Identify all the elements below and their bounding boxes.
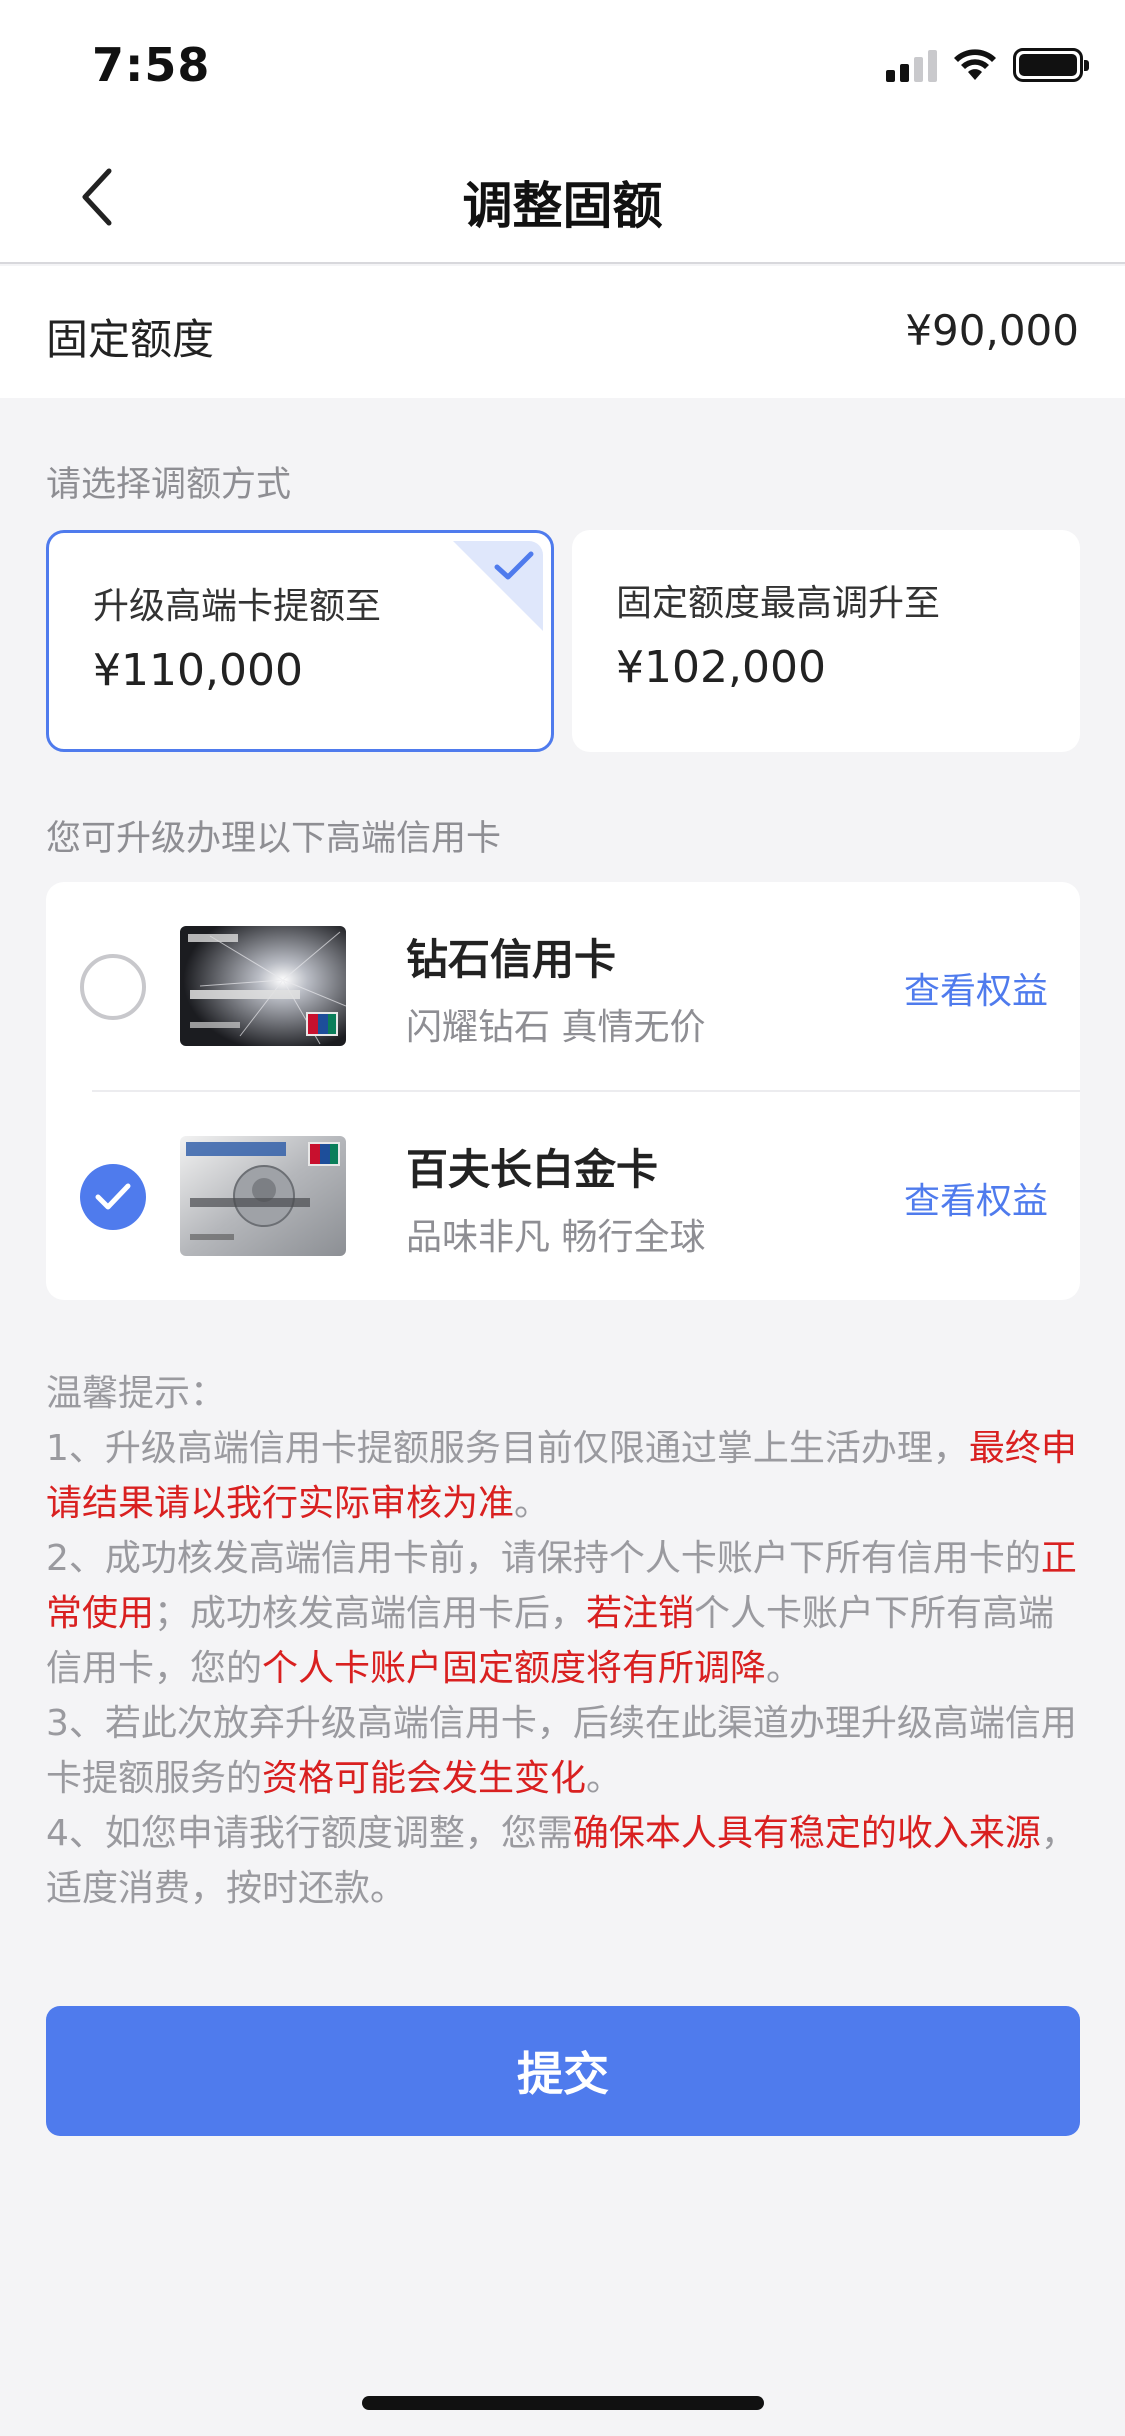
option-label: 固定额度最高调升至 [616, 583, 941, 624]
tip-text: 。 [766, 1648, 803, 1689]
card-name: 钻石信用卡 [406, 935, 617, 984]
tip-highlight: 若注销 [586, 1593, 695, 1634]
option-value: ¥110,000 [93, 645, 303, 696]
page-title: 调整固额 [462, 177, 663, 235]
option-upgrade-card[interactable]: 升级高端卡提额至 ¥110,000 [46, 530, 554, 752]
battery-icon [1013, 48, 1089, 82]
adjust-method-title: 请选择调额方式 [46, 465, 292, 505]
tip-text: 。 [514, 1483, 551, 1524]
tip-3: 3、若此次放弃升级高端信用卡，后续在此渠道办理升级高端信用卡提额服务的资格可能会… [46, 1696, 1080, 1806]
list-item[interactable]: 百夫长白金卡 品味非凡 畅行全球 查看权益 [46, 1092, 1080, 1300]
tips-title: 温馨提示： [46, 1373, 227, 1414]
tip-text: 2、成功核发高端信用卡前，请保持个人卡账户下所有信用卡的 [46, 1538, 1041, 1579]
radio-unchecked[interactable] [80, 954, 146, 1020]
view-benefits-link[interactable]: 查看权益 [904, 1172, 1048, 1224]
tip-highlight: 个人卡账户固定额度将有所调降 [262, 1648, 767, 1689]
tip-highlight: 资格可能会发生变化 [262, 1758, 587, 1799]
tip-highlight: 确保本人具有稳定的收入来源 [572, 1813, 1041, 1854]
centurion-card-image [180, 1136, 346, 1256]
tip-text: 4、如您申请我行额度调整，您需 [46, 1813, 573, 1854]
upgrade-cards-title: 您可升级办理以下高端信用卡 [46, 819, 502, 859]
status-bar: 7:58 [0, 0, 1125, 132]
card-list: 钻石信用卡 闪耀钻石 真情无价 查看权益 百夫长白金卡 品味非凡 畅行全球 查看… [46, 882, 1080, 1300]
status-icons [886, 48, 1089, 82]
wifi-icon [954, 49, 996, 80]
fixed-limit-label: 固定额度 [46, 315, 215, 364]
check-icon [494, 551, 534, 580]
tip-text: 1、升级高端信用卡提额服务目前仅限通过掌上生活办理， [46, 1428, 969, 1469]
card-name: 百夫长白金卡 [406, 1145, 659, 1194]
check-icon [95, 1183, 131, 1210]
card-slogan: 闪耀钻石 真情无价 [406, 1007, 706, 1048]
list-item[interactable]: 钻石信用卡 闪耀钻石 真情无价 查看权益 [46, 882, 1080, 1092]
submit-button[interactable]: 提交 [46, 2006, 1080, 2136]
tip-text: ；成功核发高端信用卡后， [154, 1593, 587, 1634]
fixed-limit-value: ¥90,000 [905, 306, 1079, 355]
option-label: 升级高端卡提额至 [93, 586, 382, 627]
view-benefits-link[interactable]: 查看权益 [904, 962, 1048, 1014]
home-indicator [362, 2396, 764, 2410]
nav-bar: 调整固额 [0, 132, 1125, 264]
diamond-card-image [180, 926, 346, 1046]
status-time: 7:58 [92, 38, 211, 92]
tip-4: 4、如您申请我行额度调整，您需确保本人具有稳定的收入来源，适度消费，按时还款。 [46, 1806, 1080, 1916]
option-value: ¥102,000 [616, 642, 826, 693]
tip-1: 1、升级高端信用卡提额服务目前仅限通过掌上生活办理，最终申请结果请以我行实际审核… [46, 1421, 1080, 1531]
fixed-limit-row: 固定额度 ¥90,000 [0, 266, 1125, 398]
card-slogan: 品味非凡 畅行全球 [406, 1217, 706, 1258]
cellular-signal-icon [886, 48, 937, 82]
radio-checked[interactable] [80, 1164, 146, 1230]
tip-text: 。 [586, 1758, 623, 1799]
option-upgrade-inner: 升级高端卡提额至 ¥110,000 [57, 541, 543, 741]
tip-2: 2、成功核发高端信用卡前，请保持个人卡账户下所有信用卡的正常使用；成功核发高端信… [46, 1531, 1080, 1696]
tips-section: 温馨提示： 1、升级高端信用卡提额服务目前仅限通过掌上生活办理，最终申请结果请以… [46, 1366, 1080, 1916]
option-raise-fixed-limit[interactable]: 固定额度最高调升至 ¥102,000 [572, 530, 1080, 752]
